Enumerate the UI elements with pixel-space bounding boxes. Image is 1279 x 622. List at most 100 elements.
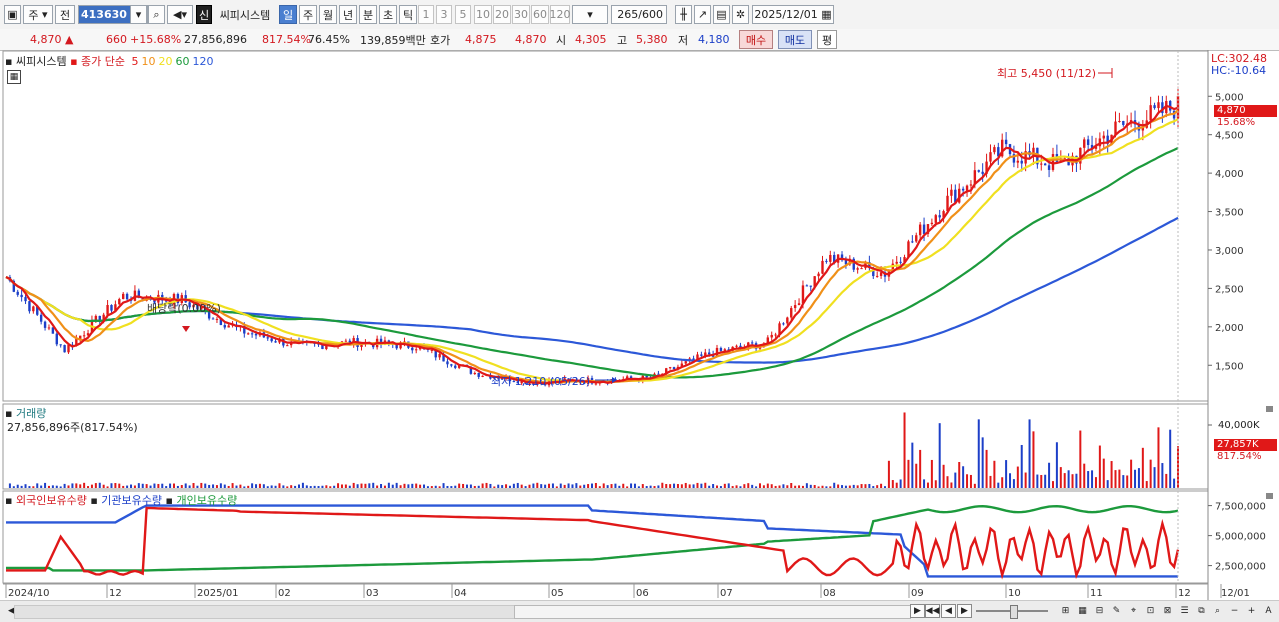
period-tab-0[interactable]: 일: [279, 5, 297, 24]
prev-button[interactable]: 전: [55, 5, 75, 24]
volume-bar: [512, 483, 515, 488]
interval-tab-60[interactable]: 60: [531, 5, 549, 24]
sell-button[interactable]: 매도: [778, 30, 812, 49]
volume-bar: [473, 485, 476, 488]
volume-value-text: 27,856,896주(817.54%): [7, 421, 138, 434]
volume-bar: [1009, 473, 1012, 488]
zoom-slider-handle[interactable]: [1010, 605, 1018, 619]
period-tab-3[interactable]: 년: [339, 5, 357, 24]
chart-area[interactable]: 5,000 4,500 4,000 3,500 3,000 2,500 2,000 1,500…: [0, 50, 1279, 602]
interval-tab-10[interactable]: 10: [474, 5, 492, 24]
volume-bar: [700, 483, 703, 488]
interval-tab-5[interactable]: 5: [455, 5, 471, 24]
data-icon[interactable]: ⊡: [1143, 604, 1158, 618]
save-icon[interactable]: ▤: [713, 5, 730, 24]
period-tab-1[interactable]: 주: [299, 5, 317, 24]
ma20-line: [5, 118, 1179, 384]
candle-body: [1020, 160, 1023, 164]
stock-name-legend: 씨피시스템: [15, 55, 67, 68]
holding-legend: ▪ 외국인보유수량 ▪ 기관보유수량 ▪ 개인보유수량: [5, 492, 237, 508]
volume-bar: [450, 486, 453, 488]
hc-label: HC:-10.64: [1211, 64, 1267, 77]
candle-body: [750, 342, 754, 344]
volume-bar: [563, 484, 566, 488]
period-tab-5[interactable]: 초: [379, 5, 397, 24]
candle-body: [20, 294, 23, 298]
volume-bar: [575, 483, 578, 488]
eval-button[interactable]: 평: [817, 30, 837, 49]
font-size-icon[interactable]: A: [1261, 604, 1276, 618]
candle-body: [950, 189, 953, 196]
panel-icon[interactable]: ⊟: [1092, 604, 1107, 618]
volume-bar: [493, 486, 496, 488]
volume-bar: [665, 484, 668, 488]
volume-bar: [446, 485, 449, 488]
candle-body: [965, 185, 969, 191]
y-tick-label: 4,000: [1215, 169, 1244, 180]
buy-button[interactable]: 매수: [739, 30, 773, 49]
layout-icon[interactable]: ⊞: [1058, 604, 1073, 618]
interval-tab-20[interactable]: 20: [493, 5, 511, 24]
scroll-track[interactable]: [14, 605, 516, 619]
price-chart-svg[interactable]: 5,000 4,500 4,000 3,500 3,000 2,500 2,000 1,500…: [0, 50, 1279, 602]
volume-bar: [172, 483, 175, 488]
volume-bar: [770, 484, 773, 488]
volume-bar: [227, 485, 230, 488]
crosshair-icon[interactable]: ⌖: [1126, 604, 1141, 618]
grid-icon[interactable]: ▦: [1075, 604, 1090, 618]
calendar-icon[interactable]: ▦: [7, 70, 21, 84]
volume-bar: [755, 486, 758, 488]
period-tab-2[interactable]: 월: [319, 5, 337, 24]
volume-bar: [44, 482, 47, 488]
volume-bar: [196, 485, 199, 488]
volume-bar: [481, 483, 484, 488]
code-dropdown-icon[interactable]: ▾: [130, 5, 147, 24]
play-icon[interactable]: ▶: [910, 604, 925, 618]
volume-bar: [661, 482, 664, 488]
candle-body: [977, 170, 980, 172]
interval-tab-1[interactable]: 1: [418, 5, 434, 24]
interval-tab-30[interactable]: 30: [512, 5, 530, 24]
interval-tab-120[interactable]: 120: [550, 5, 571, 24]
legend-bullet-icon: ▪: [165, 494, 173, 507]
bottom-scrollbar[interactable]: ◀ ▶ ◀◀ ◀ ▶ ⊞ ▦ ⊟ ✎ ⌖ ⊡ ⊠ ☰ ⧉ ⌕ − + A: [0, 600, 1279, 622]
period-tab-6[interactable]: 틱: [399, 5, 417, 24]
list-icon[interactable]: ☰: [1177, 604, 1192, 618]
date-field[interactable]: 2025/12/01 ▦: [752, 5, 834, 24]
step-back-icon[interactable]: ◀: [941, 604, 956, 618]
candle-body: [797, 303, 801, 306]
volume-bar: [860, 484, 863, 488]
interval-tab-3[interactable]: 3: [436, 5, 452, 24]
volume-bar: [669, 484, 672, 488]
search-icon[interactable]: ⌕: [148, 5, 165, 24]
count-field[interactable]: 265/600: [611, 5, 667, 24]
speaker-icon[interactable]: ◀▾: [167, 5, 193, 24]
zoom-out-icon[interactable]: −: [1227, 604, 1242, 618]
mark-icon[interactable]: ⊠: [1160, 604, 1175, 618]
zoom-in-icon[interactable]: +: [1244, 604, 1259, 618]
volume-bar: [891, 480, 894, 488]
interval-input[interactable]: ▾: [572, 5, 608, 24]
period-tab-4[interactable]: 분: [359, 5, 377, 24]
rewind-icon[interactable]: ◀◀: [925, 604, 940, 618]
volume-bar: [391, 484, 394, 488]
volume-bar: [1149, 459, 1152, 488]
candle-body: [39, 314, 43, 322]
gear-icon[interactable]: ✲: [732, 5, 749, 24]
tool-icon[interactable]: ✎: [1109, 604, 1124, 618]
draw-tool-icon[interactable]: ↗: [694, 5, 711, 24]
layout-icon[interactable]: ▣: [4, 5, 21, 24]
volume-bar: [602, 483, 605, 488]
scroll-thumb[interactable]: [514, 605, 911, 619]
step-forward-icon[interactable]: ▶: [957, 604, 972, 618]
volume-bar: [876, 485, 879, 488]
volume-bar: [1110, 461, 1113, 488]
volume-bar: [301, 482, 304, 488]
candle-type-icon[interactable]: ╫: [675, 5, 692, 24]
copy-icon[interactable]: ⧉: [1194, 604, 1209, 618]
zoom-search-icon[interactable]: ⌕: [1210, 604, 1225, 618]
market-select[interactable]: 주 ▾: [23, 5, 53, 24]
legend-bullet-icon: ▪: [5, 55, 13, 68]
volume-bar: [614, 483, 617, 488]
open-value: 4,305: [575, 33, 607, 46]
